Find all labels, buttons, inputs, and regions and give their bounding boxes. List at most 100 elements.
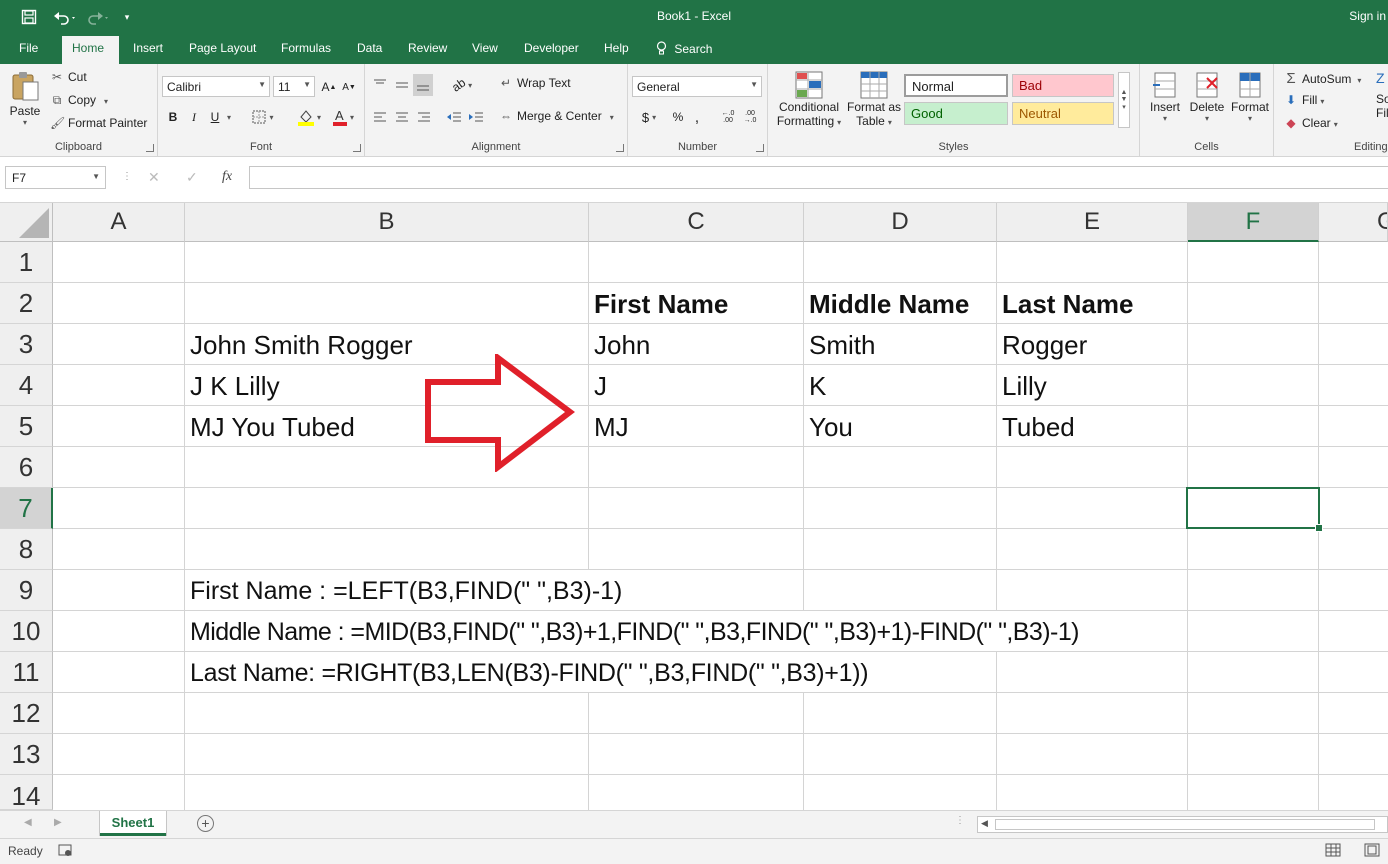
currency-button[interactable]: $ ▾ xyxy=(636,106,662,128)
cell-d2[interactable]: Middle Name xyxy=(809,284,969,325)
delete-cells-button[interactable]: Delete ▾ xyxy=(1188,70,1226,123)
clipboard-launcher[interactable] xyxy=(146,144,154,152)
cell-b5[interactable]: MJ You Tubed xyxy=(190,407,355,448)
cell-e4[interactable]: Lilly xyxy=(1002,366,1047,407)
underline-button[interactable]: U xyxy=(206,106,224,128)
cell-e5[interactable]: Tubed xyxy=(1002,407,1075,448)
conditional-formatting-button[interactable]: Conditional Formatting ▾ xyxy=(774,70,844,128)
selected-cell-f7[interactable] xyxy=(1186,487,1323,532)
add-sheet-icon[interactable]: + xyxy=(197,815,214,832)
merge-center-button[interactable]: ⇔ Merge & Center ▾ xyxy=(499,109,614,123)
align-top-icon[interactable] xyxy=(371,74,389,96)
sort-filter-button[interactable]: Z So Fil xyxy=(1376,70,1388,120)
decrease-indent-icon[interactable] xyxy=(445,106,463,128)
alignment-launcher[interactable] xyxy=(616,144,624,152)
font-family-select[interactable]: Calibri ▼ xyxy=(162,76,270,97)
row-header-8[interactable]: 8 xyxy=(0,529,53,570)
cell-d5[interactable]: You xyxy=(809,407,853,448)
normal-view-icon[interactable] xyxy=(1325,843,1341,862)
align-left-icon[interactable] xyxy=(371,106,389,128)
horizontal-scrollbar[interactable]: ◀ xyxy=(977,816,1388,833)
tab-insert[interactable]: Insert xyxy=(133,41,163,55)
decrease-font-icon[interactable]: A ▼ xyxy=(340,76,358,98)
tab-page-layout[interactable]: Page Layout xyxy=(189,41,256,55)
row-header-7[interactable]: 7 xyxy=(0,488,53,529)
row-header-12[interactable]: 12 xyxy=(0,693,53,734)
format-as-table-button[interactable]: Format as Table ▾ xyxy=(846,70,902,128)
column-header-d[interactable]: D xyxy=(804,203,997,242)
style-normal[interactable]: Normal xyxy=(904,74,1008,97)
wrap-text-button[interactable]: ↵ Wrap Text xyxy=(499,76,571,90)
cell-d4[interactable]: K xyxy=(809,366,826,407)
row-header-10[interactable]: 10 xyxy=(0,611,53,652)
page-layout-view-icon[interactable] xyxy=(1364,843,1380,862)
tab-developer[interactable]: Developer xyxy=(524,41,579,55)
clear-button[interactable]: ◆ Clear ▾ xyxy=(1284,116,1337,130)
column-header-g[interactable]: G xyxy=(1319,203,1388,242)
row-header-14[interactable]: 14 xyxy=(0,775,53,811)
row-header-9[interactable]: 9 xyxy=(0,570,53,611)
cell-b3[interactable]: John Smith Rogger xyxy=(190,325,413,366)
name-box[interactable]: F7 ▼ xyxy=(5,166,106,189)
row-header-5[interactable]: 5 xyxy=(0,406,53,447)
cell-c4[interactable]: J xyxy=(594,366,607,407)
row-header-2[interactable]: 2 xyxy=(0,283,53,324)
tab-view[interactable]: View xyxy=(472,41,498,55)
borders-icon[interactable]: ▾ xyxy=(248,106,278,128)
cell-c5[interactable]: MJ xyxy=(594,407,629,448)
cell-b11[interactable]: Last Name: =RIGHT(B3,LEN(B3)-FIND(" ",B3… xyxy=(190,653,869,694)
decrease-decimal-button[interactable]: .00 →.0 xyxy=(740,106,760,128)
style-good[interactable]: Good xyxy=(904,102,1008,125)
sign-in-link[interactable]: Sign in xyxy=(1349,9,1386,23)
copy-button[interactable]: ⧉ Copy ▾ xyxy=(50,93,108,108)
column-header-c[interactable]: C xyxy=(589,203,804,242)
tab-help[interactable]: Help xyxy=(604,41,629,55)
row-header-3[interactable]: 3 xyxy=(0,324,53,365)
tab-data[interactable]: Data xyxy=(357,41,382,55)
chevron-down-icon[interactable]: ▾ xyxy=(224,106,234,128)
italic-button[interactable]: I xyxy=(186,106,202,128)
fill-color-icon[interactable]: ▾ xyxy=(292,106,326,128)
font-size-select[interactable]: 11 ▼ xyxy=(273,76,315,97)
select-all-button[interactable] xyxy=(0,203,53,242)
macro-record-icon[interactable] xyxy=(58,843,72,862)
font-launcher[interactable] xyxy=(353,144,361,152)
cell-b10[interactable]: Middle Name : =MID(B3,FIND(" ",B3)+1,FIN… xyxy=(190,612,1080,653)
tab-file[interactable]: File xyxy=(19,41,38,55)
number-launcher[interactable] xyxy=(756,144,764,152)
row-header-1[interactable]: 1 xyxy=(0,242,53,283)
styles-gallery-scroll[interactable]: ▲ ▼ ▾ xyxy=(1118,72,1130,128)
row-header-11[interactable]: 11 xyxy=(0,652,53,693)
tab-home[interactable]: Home xyxy=(62,36,119,64)
formula-input[interactable] xyxy=(249,166,1388,189)
tab-review[interactable]: Review xyxy=(408,41,447,55)
cell-c3[interactable]: John xyxy=(594,325,650,366)
cell-c2[interactable]: First Name xyxy=(594,284,728,325)
column-header-e[interactable]: E xyxy=(997,203,1188,242)
split-handle-icon[interactable]: ⋮ xyxy=(955,815,965,826)
tab-search[interactable]: Search xyxy=(656,41,712,56)
scroll-left-icon[interactable]: ◀ xyxy=(981,818,988,829)
scroll-sheets-right-icon[interactable]: ▶ xyxy=(54,817,62,828)
insert-function-icon[interactable]: fx xyxy=(222,169,232,185)
format-cells-button[interactable]: Format ▾ xyxy=(1230,70,1270,123)
comma-button[interactable]: , xyxy=(690,106,704,128)
tab-formulas[interactable]: Formulas xyxy=(281,41,331,55)
percent-button[interactable]: % xyxy=(670,106,686,128)
cell-e2[interactable]: Last Name xyxy=(1002,284,1134,325)
cell-b9[interactable]: First Name : =LEFT(B3,FIND(" ",B3)-1) xyxy=(190,571,622,612)
column-header-f[interactable]: F xyxy=(1188,203,1319,242)
scroll-sheets-left-icon[interactable]: ◀ xyxy=(24,817,32,828)
row-header-4[interactable]: 4 xyxy=(0,365,53,406)
sheet-tab-sheet1[interactable]: Sheet1 xyxy=(100,811,166,836)
align-middle-icon[interactable] xyxy=(393,74,411,96)
paste-button[interactable]: Paste ▾ xyxy=(8,70,42,134)
align-center-icon[interactable] xyxy=(393,106,411,128)
increase-indent-icon[interactable] xyxy=(467,106,485,128)
fill-button[interactable]: ⬇ Fill ▾ xyxy=(1284,93,1324,107)
row-header-13[interactable]: 13 xyxy=(0,734,53,775)
cell-d3[interactable]: Smith xyxy=(809,325,875,366)
scrollbar-thumb[interactable] xyxy=(995,819,1375,830)
number-format-select[interactable]: General ▼ xyxy=(632,76,762,97)
align-bottom-icon[interactable] xyxy=(413,74,433,96)
